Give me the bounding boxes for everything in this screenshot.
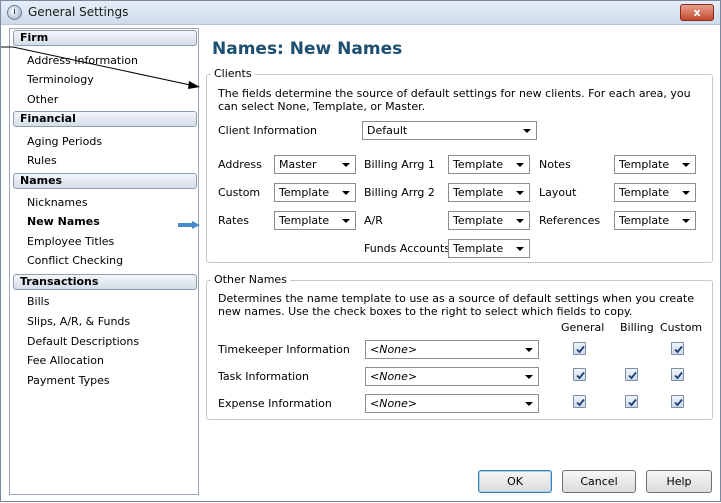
checkmark-icon [576,398,585,407]
task-information-select[interactable]: <None> [365,367,539,386]
checkmark-icon [674,398,683,407]
window-title: General Settings [28,5,129,19]
chevron-down-icon [516,247,524,251]
clients-description: The fields determine the source of defau… [218,87,691,113]
sidebar-item-other[interactable]: Other [27,93,58,106]
sidebar-item-aging-periods[interactable]: Aging Periods [27,135,102,148]
chevron-down-icon [516,163,524,167]
other-names-description: Determines the name template to use as a… [218,292,695,318]
checkmark-icon [674,371,683,380]
checkmark-icon [674,345,683,354]
sidebar-item-bills[interactable]: Bills [27,295,49,308]
general-settings-window: General Settings x Firm Address Informat… [0,0,721,502]
sidebar-item-fee-allocation[interactable]: Fee Allocation [27,354,104,367]
sidebar-item-payment-types[interactable]: Payment Types [27,374,110,387]
sidebar-group-financial[interactable]: Financial [13,111,197,127]
chevron-down-icon [523,129,531,133]
sidebar-group-firm[interactable]: Firm [13,30,197,46]
layout-select[interactable]: Template [614,183,696,202]
expense-billing-checkbox[interactable] [625,395,638,408]
page-title: Names: New Names [212,39,403,59]
task-billing-checkbox[interactable] [625,368,638,381]
title-bar: General Settings x [1,1,720,25]
checkmark-icon [576,345,585,354]
billing-arrg-1-label: Billing Arrg 1 [364,158,435,171]
settings-sidebar: Firm Address Information Terminology Oth… [9,28,200,495]
sidebar-group-names[interactable]: Names [13,173,197,189]
references-select[interactable]: Template [614,211,696,230]
layout-label: Layout [539,186,577,199]
chevron-down-icon [525,402,533,406]
custom-select[interactable]: Template [274,183,356,202]
sidebar-item-slips-ar-funds[interactable]: Slips, A/R, & Funds [27,315,130,328]
help-button[interactable]: Help [646,470,712,493]
sidebar-item-default-descriptions[interactable]: Default Descriptions [27,335,139,348]
chevron-down-icon [525,375,533,379]
expense-information-label: Expense Information [218,397,332,410]
chevron-down-icon [342,219,350,223]
checkmark-icon [628,371,637,380]
chevron-down-icon [682,163,690,167]
ar-label: A/R [364,214,383,227]
client-information-label: Client Information [218,124,318,137]
references-label: References [539,214,601,227]
chevron-down-icon [516,191,524,195]
checkmark-icon [576,371,585,380]
chevron-down-icon [516,219,524,223]
sidebar-item-new-names[interactable]: New Names [27,215,100,228]
billing-arrg-2-select[interactable]: Template [448,183,530,202]
timekeeper-information-select[interactable]: <None> [365,340,539,359]
task-information-label: Task Information [218,370,309,383]
funds-accounts-label: Funds Accounts [364,242,451,255]
chevron-down-icon [525,348,533,352]
notes-select[interactable]: Template [614,155,696,174]
sidebar-item-address-information[interactable]: Address Information [27,54,138,67]
chevron-down-icon [342,163,350,167]
column-header-custom: Custom [660,321,703,334]
address-label: Address [218,158,262,171]
timekeeper-information-label: Timekeeper Information [218,343,350,356]
timekeeper-general-checkbox[interactable] [573,342,586,355]
billing-arrg-2-label: Billing Arrg 2 [364,186,435,199]
address-select[interactable]: Master [274,155,356,174]
cancel-button[interactable]: Cancel [562,470,636,493]
column-header-general: General [561,321,605,334]
close-button[interactable]: x [680,4,714,21]
funds-accounts-select[interactable]: Template [448,239,530,258]
expense-information-select[interactable]: <None> [365,394,539,413]
sidebar-item-nicknames[interactable]: Nicknames [27,196,88,209]
checkmark-icon [628,398,637,407]
sidebar-item-rules[interactable]: Rules [27,154,57,167]
clients-legend: Clients [211,67,255,80]
sidebar-group-transactions[interactable]: Transactions [13,274,197,290]
task-general-checkbox[interactable] [573,368,586,381]
clock-icon [7,5,22,20]
custom-label: Custom [218,186,261,199]
notes-label: Notes [539,158,571,171]
rates-label: Rates [218,214,249,227]
chevron-down-icon [682,191,690,195]
client-information-select[interactable]: Default [362,121,537,140]
billing-arrg-1-select[interactable]: Template [448,155,530,174]
sidebar-item-conflict-checking[interactable]: Conflict Checking [27,254,123,267]
chevron-down-icon [682,219,690,223]
ok-button[interactable]: OK [478,470,552,493]
expense-custom-checkbox[interactable] [671,395,684,408]
sidebar-item-employee-titles[interactable]: Employee Titles [27,235,114,248]
chevron-down-icon [342,191,350,195]
expense-general-checkbox[interactable] [573,395,586,408]
ar-select[interactable]: Template [448,211,530,230]
timekeeper-custom-checkbox[interactable] [671,342,684,355]
task-custom-checkbox[interactable] [671,368,684,381]
column-header-billing: Billing [620,321,654,334]
sidebar-item-terminology[interactable]: Terminology [27,73,94,86]
selected-arrow-icon [178,221,200,229]
other-names-legend: Other Names [211,273,290,286]
rates-select[interactable]: Template [274,211,356,230]
